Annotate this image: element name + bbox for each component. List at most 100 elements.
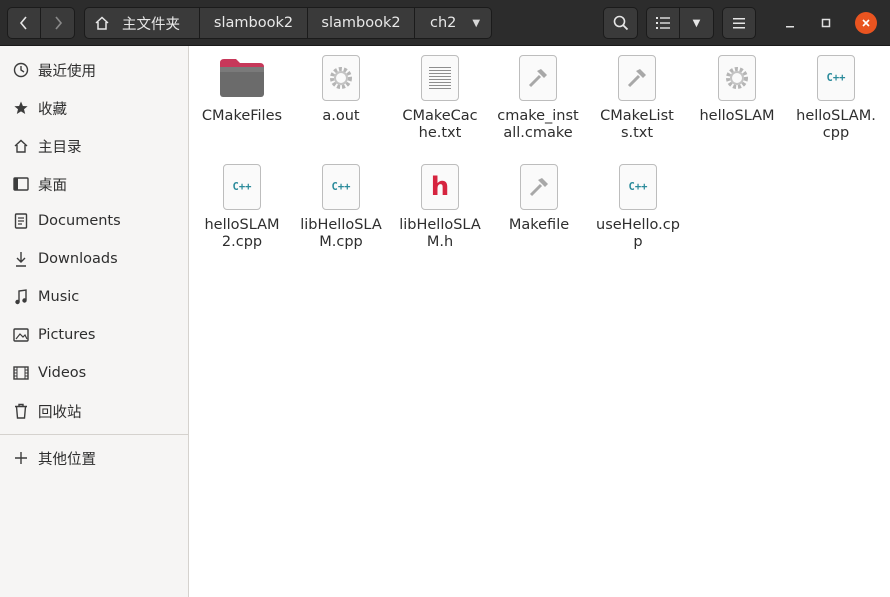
plus-icon [12, 449, 30, 467]
file-name: helloSLAM2.cpp [204, 217, 280, 250]
cpp-file-icon: C++ [218, 163, 266, 211]
star-icon [12, 99, 30, 117]
sidebar-item-recent[interactable]: 最近使用 [0, 52, 188, 88]
executable-gear-icon [317, 54, 365, 102]
file-item-cmakelists[interactable]: CMakeLists.txt [589, 46, 685, 142]
minimize-button[interactable] [779, 12, 801, 34]
main-menu-button[interactable] [722, 7, 756, 39]
file-name: CMakeLists.txt [600, 108, 674, 141]
hamburger-menu-icon [733, 17, 745, 28]
file-item-helloslam2-cpp[interactable]: C++ helloSLAM2.cpp [194, 155, 290, 251]
dropdown-arrow-icon: ▼ [692, 17, 701, 29]
file-name: helloSLAM [699, 108, 775, 124]
maximize-button[interactable] [815, 12, 837, 34]
sidebar-item-label: Videos [38, 365, 87, 381]
sidebar-item-label: Documents [38, 213, 121, 229]
close-icon [862, 19, 870, 27]
file-name: Makefile [508, 217, 570, 233]
sidebar-item-videos[interactable]: Videos [0, 355, 188, 391]
folder-icon [218, 54, 266, 102]
home-icon [95, 16, 109, 30]
header-file-icon: h [416, 163, 464, 211]
sidebar: 最近使用 收藏 主目录 桌面 Documents Downloads Music… [0, 46, 189, 597]
breadcrumb-ch2[interactable]: ch2 ▼ [415, 7, 492, 39]
file-name: libHelloSLAM.cpp [300, 217, 382, 250]
file-name: a.out [322, 108, 360, 124]
file-item-helloslam[interactable]: helloSLAM [689, 46, 785, 125]
executable-gear-icon [713, 54, 761, 102]
maximize-icon [821, 18, 831, 28]
breadcrumb-label: slambook2 [213, 15, 294, 31]
desktop-icon [12, 175, 30, 193]
sidebar-item-label: 最近使用 [38, 63, 96, 80]
breadcrumb-slambook2-outer[interactable]: slambook2 [200, 7, 308, 39]
header-bar: 主文件夹 slambook2 slambook2 ch2 ▼ ▼ [0, 0, 890, 46]
sidebar-item-documents[interactable]: Documents [0, 203, 188, 239]
sidebar-item-label: 主目录 [38, 139, 82, 156]
search-button[interactable] [603, 7, 638, 39]
breadcrumb-home[interactable]: 主文件夹 [84, 7, 200, 39]
file-item-cmakefiles[interactable]: CMakeFiles [194, 46, 290, 125]
video-icon [12, 364, 30, 382]
breadcrumb-label: 主文件夹 [122, 16, 180, 33]
hammer-script-icon [613, 54, 661, 102]
file-name: CMakeCache.txt [402, 108, 478, 141]
home-icon [12, 137, 30, 155]
view-toggle-button[interactable] [646, 7, 680, 39]
clock-icon [12, 61, 30, 79]
sidebar-item-pictures[interactable]: Pictures [0, 317, 188, 353]
sidebar-item-trash[interactable]: 回收站 [0, 393, 188, 429]
music-icon [12, 288, 30, 306]
file-item-makefile[interactable]: Makefile [491, 155, 587, 234]
file-name: libHelloSLAM.h [399, 217, 481, 250]
search-icon [613, 15, 628, 31]
sidebar-item-starred[interactable]: 收藏 [0, 90, 188, 126]
cpp-file-icon: C++ [317, 163, 365, 211]
file-item-libhelloslam-cpp[interactable]: C++ libHelloSLAM.cpp [293, 155, 389, 251]
sidebar-item-desktop[interactable]: 桌面 [0, 166, 188, 202]
text-file-icon [416, 54, 464, 102]
sidebar-item-other-locations[interactable]: 其他位置 [0, 440, 188, 476]
view-options-dropdown[interactable]: ▼ [680, 7, 714, 39]
chevron-left-icon [19, 16, 27, 30]
hammer-script-icon [515, 163, 563, 211]
hammer-script-icon [514, 54, 562, 102]
forward-button[interactable] [41, 7, 75, 39]
sidebar-item-music[interactable]: Music [0, 279, 188, 315]
cpp-glyph: C++ [628, 181, 648, 193]
cpp-file-icon: C++ [812, 54, 860, 102]
file-item-cmakecache[interactable]: CMakeCache.txt [392, 46, 488, 142]
download-icon [12, 250, 30, 268]
file-item-usehello-cpp[interactable]: C++ useHello.cpp [590, 155, 686, 251]
dropdown-arrow-icon: ▼ [472, 17, 481, 29]
file-name: helloSLAM.cpp [796, 108, 876, 141]
cpp-file-icon: C++ [614, 163, 662, 211]
file-name: CMakeFiles [201, 108, 283, 124]
header-glyph: h [430, 172, 450, 202]
file-item-helloslam-cpp[interactable]: C++ helloSLAM.cpp [788, 46, 884, 142]
sidebar-item-label: Downloads [38, 251, 118, 267]
sidebar-item-label: 收藏 [38, 101, 67, 118]
cpp-glyph: C++ [232, 181, 252, 193]
close-button[interactable] [855, 12, 877, 34]
file-name: cmake_install.cmake [497, 108, 579, 141]
sidebar-item-label: Music [38, 289, 80, 305]
breadcrumb-label: slambook2 [321, 15, 401, 31]
sidebar-item-downloads[interactable]: Downloads [0, 241, 188, 277]
sidebar-item-label: 其他位置 [38, 451, 96, 468]
file-name: useHello.cpp [596, 217, 680, 250]
file-item-a-out[interactable]: a.out [293, 46, 389, 125]
sidebar-item-label: 回收站 [38, 404, 82, 421]
file-item-cmake-install[interactable]: cmake_install.cmake [490, 46, 586, 142]
breadcrumb-slambook2-inner[interactable]: slambook2 [308, 7, 415, 39]
minimize-icon [786, 26, 794, 28]
sidebar-item-home[interactable]: 主目录 [0, 128, 188, 164]
file-grid: CMakeFiles a.out CMakeCache.txt cmake_in… [189, 46, 890, 597]
sidebar-separator [0, 434, 188, 435]
back-button[interactable] [7, 7, 41, 39]
trash-icon [12, 402, 30, 420]
breadcrumb-label: ch2 [430, 15, 457, 31]
file-item-libhelloslam-h[interactable]: h libHelloSLAM.h [392, 155, 488, 251]
sidebar-item-label: 桌面 [38, 177, 67, 194]
path-bar: 主文件夹 slambook2 slambook2 ch2 ▼ [84, 7, 492, 39]
